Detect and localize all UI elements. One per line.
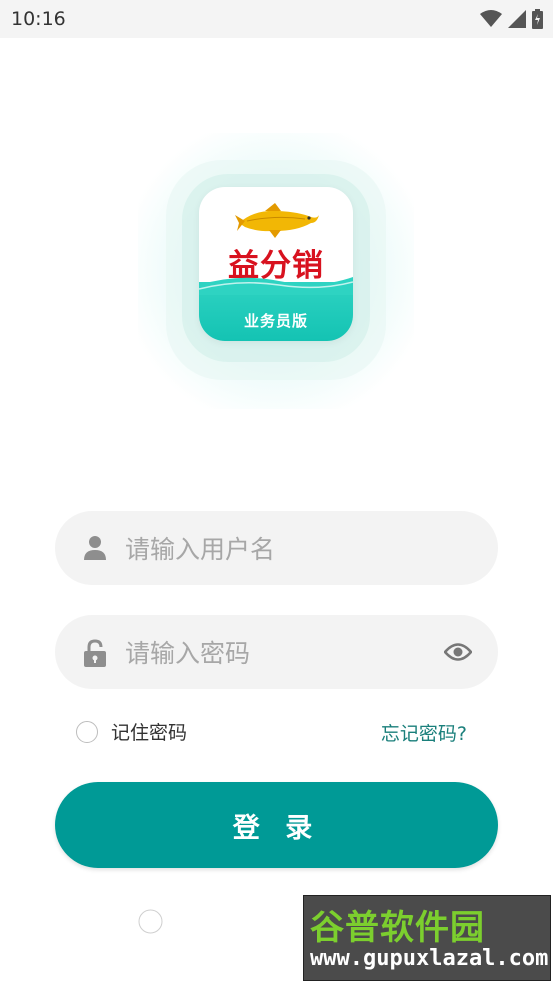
remember-password[interactable]: 记住密码: [76, 718, 187, 745]
watermark-url: www.gupuxlazal.com: [310, 946, 549, 971]
user-icon: [84, 536, 106, 560]
password-field[interactable]: [55, 615, 498, 691]
wifi-icon: [480, 10, 502, 27]
app-logo: 益分销 业务员版: [199, 187, 353, 341]
remember-label: 记住密码: [111, 722, 188, 744]
password-input[interactable]: [123, 615, 427, 691]
remember-radio[interactable]: [76, 720, 98, 743]
logo-wave: [199, 277, 353, 295]
login-button[interactable]: 登 录: [55, 782, 498, 868]
status-time: 10:16: [11, 8, 66, 30]
watermark-title: 谷普软件园: [310, 908, 485, 948]
eye-icon[interactable]: [444, 641, 472, 663]
logo-subtitle: 业务员版: [243, 312, 308, 330]
forgot-password-link[interactable]: 忘记密码?: [381, 719, 467, 746]
status-icons: [480, 9, 543, 29]
signal-icon: [508, 10, 526, 28]
username-field[interactable]: [55, 511, 498, 587]
battery-icon: [532, 9, 543, 29]
status-bar: 10:16: [0, 0, 553, 38]
lock-icon: [84, 639, 106, 667]
agreement-radio[interactable]: [138, 909, 163, 934]
watermark: 谷普软件园 www.gupuxlazal.com: [303, 895, 551, 981]
arowana-fish-icon: [235, 203, 319, 238]
username-input[interactable]: [123, 511, 427, 587]
